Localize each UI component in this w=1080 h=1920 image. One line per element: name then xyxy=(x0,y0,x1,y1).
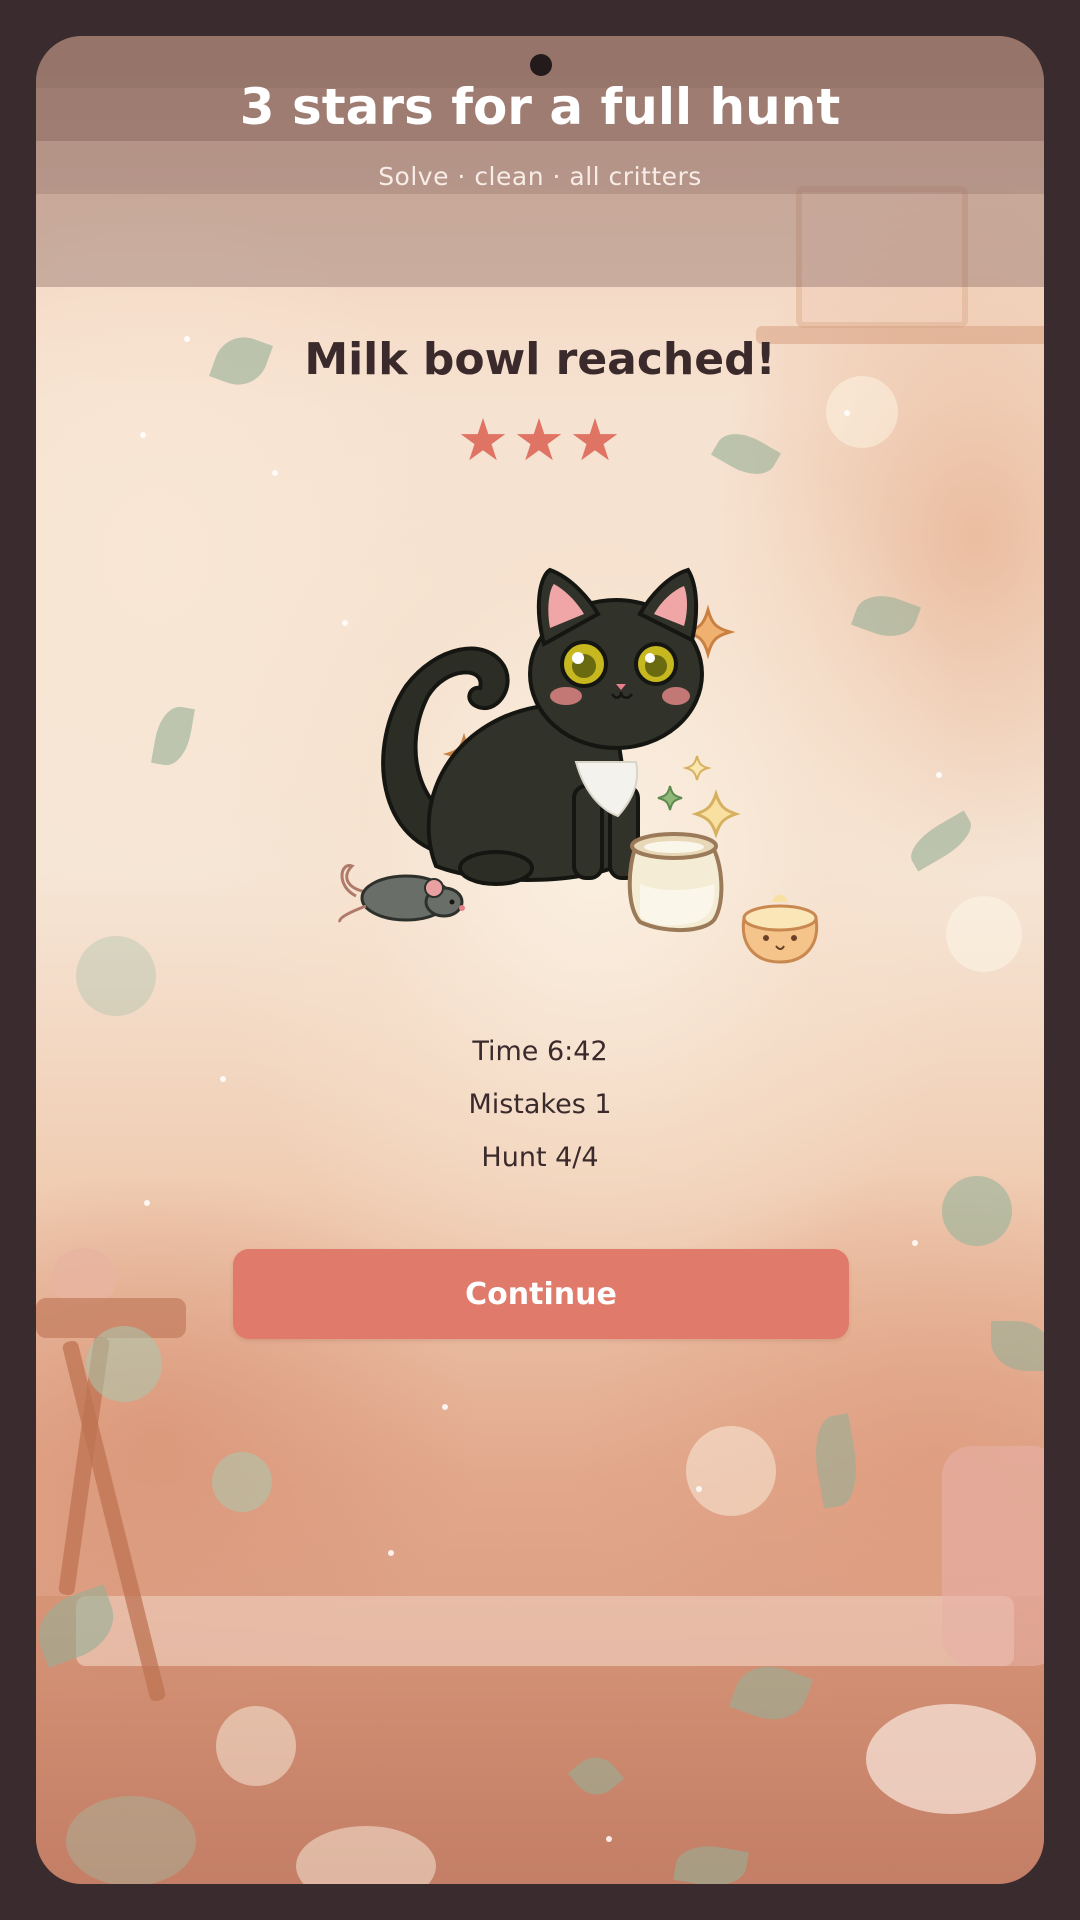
sparkle-icon xyxy=(682,755,712,781)
header-subtitle: Solve · clean · all critters xyxy=(378,162,702,191)
milk-jar-icon xyxy=(627,832,724,932)
bokeh xyxy=(216,1706,296,1786)
sparkle-dot xyxy=(220,1076,226,1082)
cat-illustration xyxy=(338,567,819,964)
sparkle-dot xyxy=(912,1240,918,1246)
leaf xyxy=(903,810,979,872)
sparkle-dot xyxy=(606,1836,612,1842)
star-icon: ★ xyxy=(569,406,623,474)
bokeh xyxy=(86,1326,162,1402)
leaf xyxy=(808,1413,864,1509)
sparkle-dot xyxy=(388,1550,394,1556)
leaf xyxy=(991,1321,1044,1371)
camera-notch xyxy=(530,54,552,76)
pudding-icon xyxy=(741,894,819,964)
bokeh xyxy=(946,896,1022,972)
plant-pot xyxy=(942,1446,1044,1666)
cat-paw xyxy=(458,850,534,886)
bokeh xyxy=(76,936,156,1016)
star-icon: ★ xyxy=(513,406,567,474)
cat-blush xyxy=(662,687,690,705)
sparkle-dot xyxy=(144,1200,150,1206)
sparkle-icon xyxy=(657,785,683,811)
bokeh xyxy=(686,1426,776,1516)
header-title: 3 stars for a full hunt xyxy=(239,78,841,136)
bokeh xyxy=(212,1452,272,1512)
vase xyxy=(52,1248,116,1304)
cat-blush xyxy=(550,687,582,705)
continue-button[interactable]: Continue xyxy=(233,1249,849,1339)
stat-hunt: Hunt 4/4 xyxy=(481,1142,599,1173)
bokeh xyxy=(66,1796,196,1884)
stat-mistakes: Mistakes 1 xyxy=(468,1089,612,1120)
result-title: Milk bowl reached! xyxy=(304,334,776,385)
sparkle-dot xyxy=(936,772,942,778)
star-icon: ★ xyxy=(457,406,511,474)
bokeh xyxy=(942,1176,1012,1246)
leaf xyxy=(151,703,195,769)
cushion xyxy=(866,1704,1036,1814)
sparkle-dot xyxy=(696,1486,702,1492)
mouse-icon xyxy=(338,864,465,923)
floor-rug xyxy=(76,1596,1014,1666)
game-screen: 3 stars for a full hunt Solve · clean · … xyxy=(36,36,1044,1884)
sparkle-dot xyxy=(442,1404,448,1410)
leaf xyxy=(850,586,922,646)
star-rating: ★★★ xyxy=(36,406,1044,474)
stat-time: Time 6:42 xyxy=(472,1036,608,1067)
sparkle-icon xyxy=(691,789,741,839)
header-bar: 3 stars for a full hunt Solve · clean · … xyxy=(36,36,1044,287)
